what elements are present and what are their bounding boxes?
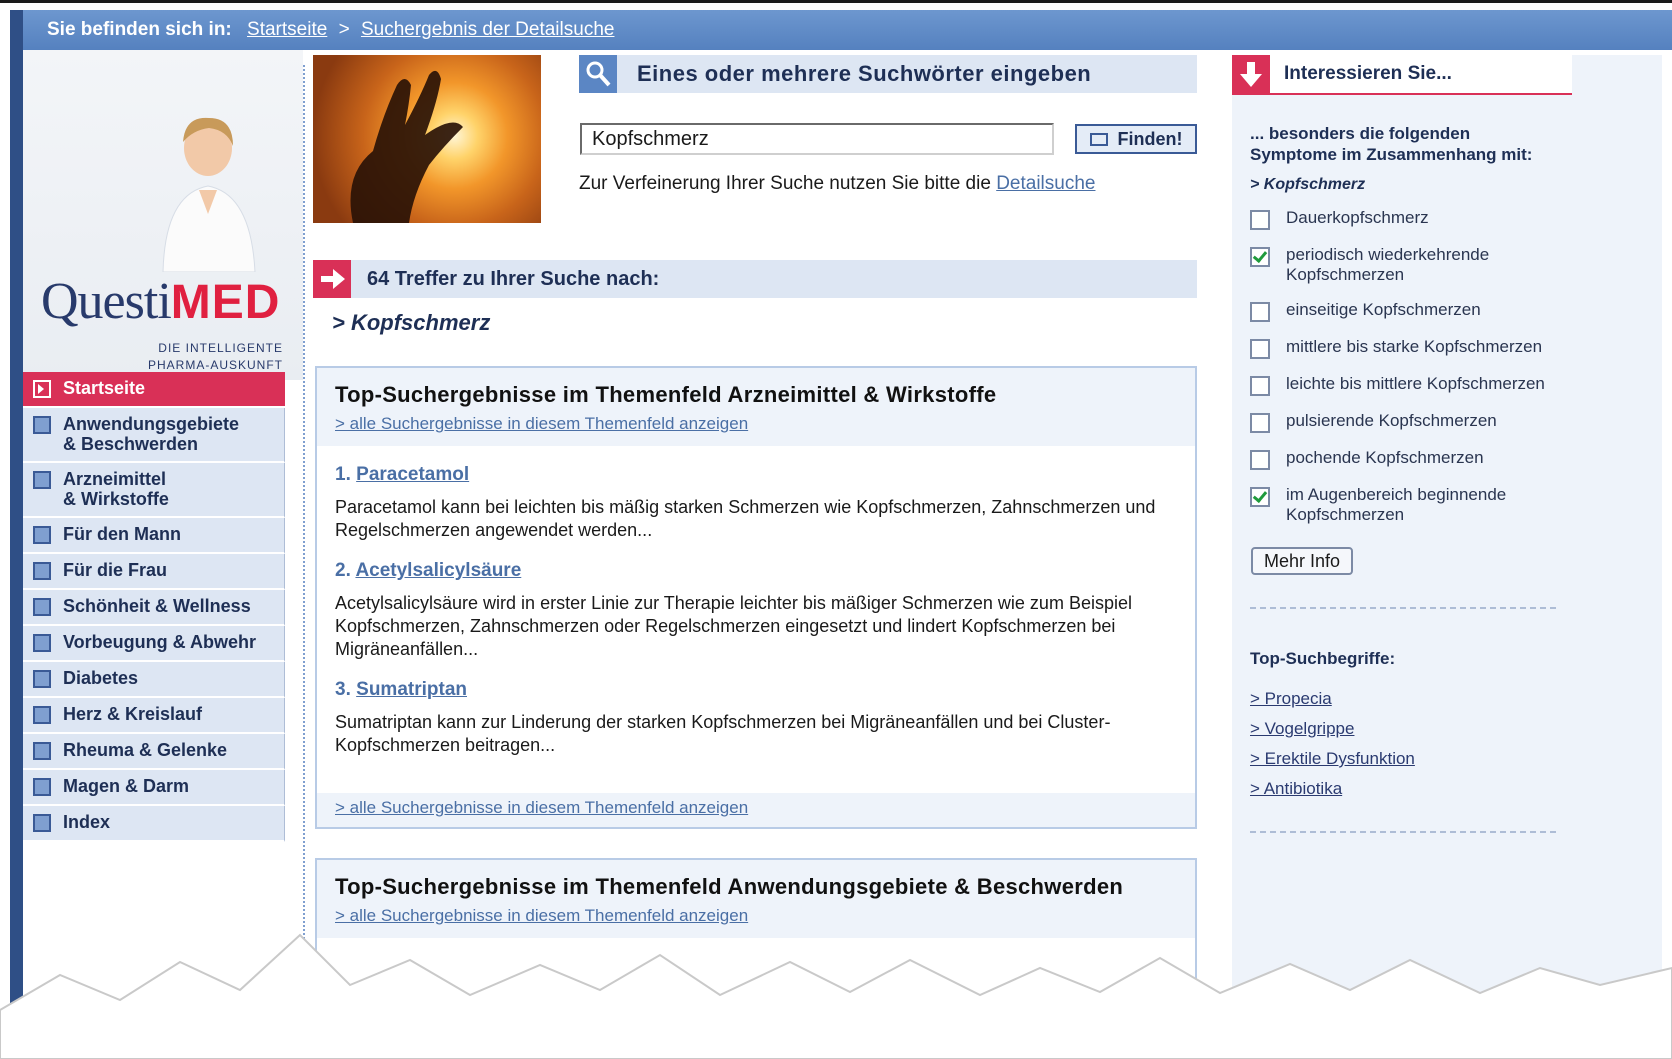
torn-edge-decoration (0, 933, 1672, 1059)
